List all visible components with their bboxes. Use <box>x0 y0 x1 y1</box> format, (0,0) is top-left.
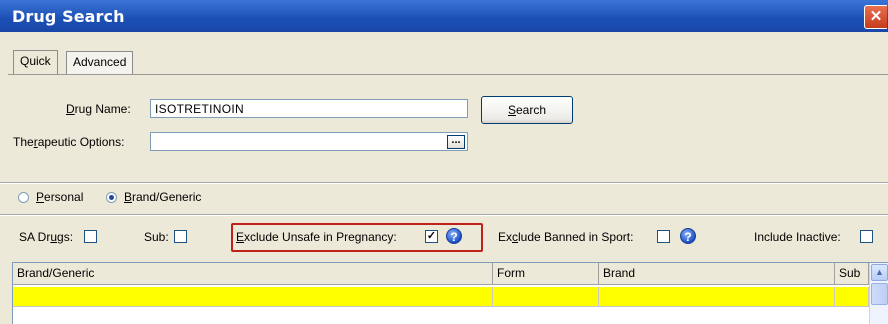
brand-generic-radio-label[interactable]: Brand/Generic <box>124 190 201 204</box>
close-icon: ✕ <box>869 8 883 25</box>
tab-quick[interactable]: Quick <box>13 50 58 75</box>
exclude-pregnancy-checkbox[interactable]: ✓ <box>425 230 438 243</box>
table-row-cell[interactable] <box>13 287 493 307</box>
title-bar <box>0 0 888 32</box>
chevron-up-icon: ▲ <box>875 267 884 277</box>
table-row-cell[interactable] <box>493 287 599 307</box>
sub-checkbox[interactable] <box>174 230 187 243</box>
tab-panel <box>8 74 888 175</box>
pregnancy-help-icon[interactable]: ? <box>446 228 462 244</box>
table-row-cell[interactable] <box>835 287 869 307</box>
therapeutic-browse-button[interactable]: ... <box>447 135 465 149</box>
sa-drugs-checkbox[interactable] <box>84 230 97 243</box>
column-header-brand[interactable]: Brand <box>599 263 835 285</box>
therapeutic-options-label: Therapeutic Options: <box>13 135 125 149</box>
include-inactive-checkbox[interactable] <box>860 230 873 243</box>
sa-drugs-label: SA Drugs: <box>19 230 74 244</box>
column-header-form[interactable]: Form <box>493 263 599 285</box>
column-header-brand-generic[interactable]: Brand/Generic <box>13 263 493 285</box>
close-button[interactable]: ✕ <box>864 5 887 29</box>
exclude-pregnancy-label: Exclude Unsafe in Pregnancy: <box>236 230 397 244</box>
tab-quick-label: Quick <box>20 54 51 68</box>
table-row-cell[interactable] <box>599 287 835 307</box>
vertical-scrollbar[interactable]: ▲ <box>869 263 888 324</box>
sport-help-icon[interactable]: ? <box>680 228 696 244</box>
column-header-sub[interactable]: Sub <box>835 263 869 285</box>
drug-name-label: Drug Name: <box>66 102 131 116</box>
sub-label: Sub: <box>144 230 169 244</box>
search-button[interactable]: Search <box>481 96 573 124</box>
personal-radio[interactable] <box>18 192 29 203</box>
exclude-sport-checkbox[interactable] <box>657 230 670 243</box>
drug-name-input[interactable]: ISOTRETINOIN <box>150 99 468 118</box>
divider <box>0 182 888 184</box>
therapeutic-options-input[interactable] <box>150 132 468 151</box>
scroll-thumb[interactable] <box>871 283 888 305</box>
tab-advanced-label: Advanced <box>73 55 127 69</box>
divider <box>0 214 888 216</box>
brand-generic-radio[interactable] <box>106 192 117 203</box>
include-inactive-label: Include Inactive: <box>754 230 841 244</box>
scroll-up-button[interactable]: ▲ <box>871 264 888 281</box>
tab-advanced[interactable]: Advanced <box>66 51 134 74</box>
exclude-sport-label: Exclude Banned in Sport: <box>498 230 634 244</box>
window-title: Drug Search <box>12 7 125 26</box>
results-grid[interactable]: Brand/Generic Form Brand Sub ▲ <box>12 262 888 324</box>
personal-radio-label[interactable]: Personal <box>36 190 83 204</box>
